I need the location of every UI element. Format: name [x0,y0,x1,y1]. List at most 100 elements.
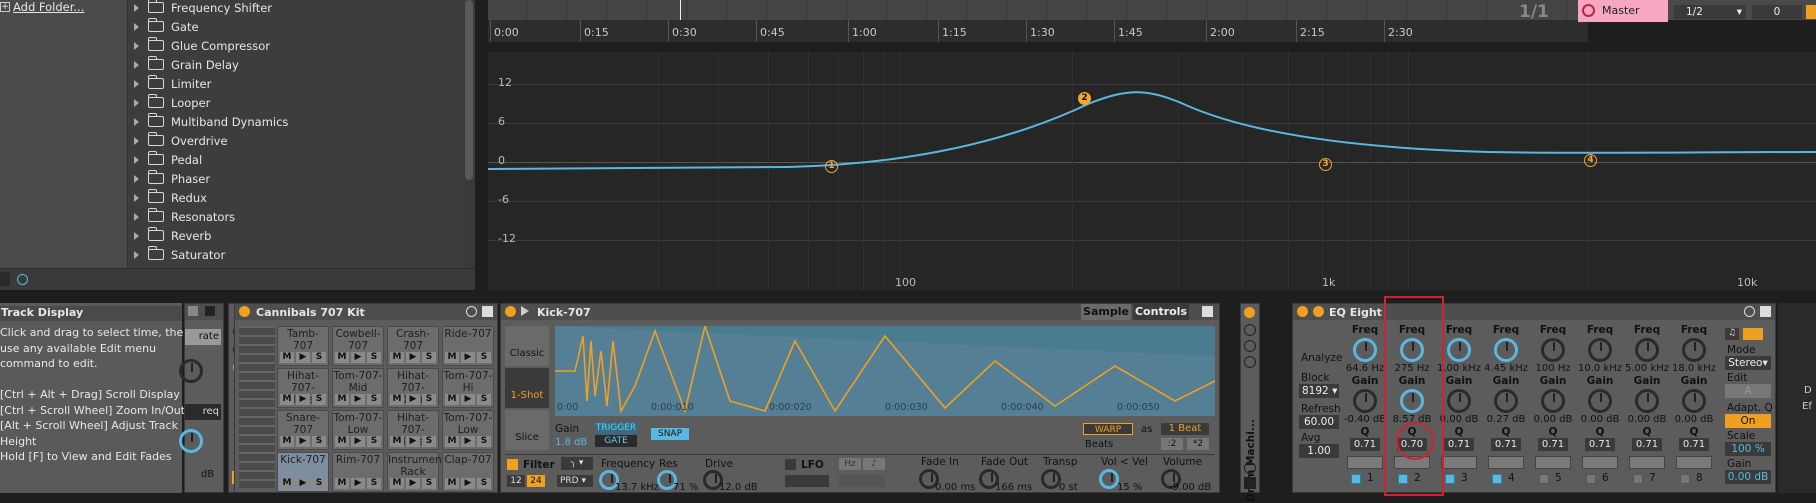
avg-field[interactable]: 1.00 [1299,444,1339,458]
expand-triangle-icon[interactable] [134,60,139,69]
band-gain-knob[interactable] [1353,389,1377,413]
mode-select[interactable]: Stereo▾ [1725,356,1771,370]
browser-item[interactable]: Pedal [134,150,202,169]
pad-play-button[interactable]: ▶ [406,352,420,363]
vol-vel-knob[interactable] [1099,469,1119,489]
pad-solo-button[interactable]: S [422,352,436,363]
pad-mute-button[interactable]: M [390,352,404,363]
expand-triangle-icon[interactable] [134,250,139,259]
band-on-toggle[interactable] [1633,474,1643,484]
pad-play-button[interactable]: ▶ [296,436,310,447]
band-q-value[interactable]: 0.71 [1350,438,1380,451]
band-freq-value[interactable]: 5.00 kHz [1625,363,1669,374]
pad-mute-button[interactable]: M [390,478,404,489]
res-value[interactable]: 71 % [673,482,698,493]
lfo-hz-button[interactable]: Hz [839,458,861,470]
scale-field[interactable]: 100 % [1725,442,1771,456]
scroll-thumb[interactable] [465,0,473,180]
tab-sample[interactable]: Sample [1081,304,1131,320]
band-gain-knob[interactable] [1447,389,1471,413]
offset-field[interactable]: 0 [1752,5,1802,19]
pad-mute-button[interactable]: M [390,394,404,405]
device-power-icon[interactable] [239,306,250,317]
drum-pad[interactable]: Crash-707 M ▶ S [387,326,439,366]
drum-pad[interactable]: Hihat-707-ClosedM▶S [387,410,439,450]
pad-solo-button[interactable]: S [477,352,491,363]
drum-pad[interactable]: Clap-707 M ▶ S [442,452,494,492]
band-freq-value[interactable]: 10.0 kHz [1578,363,1622,374]
save-preset-icon[interactable] [1760,306,1771,317]
save-icon[interactable] [205,306,215,316]
expand-triangle-icon[interactable] [134,193,139,202]
warp-button[interactable]: WARP [1083,423,1133,435]
trigger-button[interactable]: TRIGGER [595,422,637,434]
pad-mute-button[interactable]: M [335,478,349,489]
band-q-value[interactable]: 0.71 [1585,438,1615,451]
macro-icon[interactable] [1244,324,1256,336]
expand-triangle-icon[interactable] [134,3,139,12]
filter-circuit-select[interactable]: PRD ▾ [557,475,593,487]
transp-knob[interactable] [1041,469,1061,489]
fade-out-value[interactable]: 166 ms [995,482,1032,493]
pad-solo-button[interactable]: S [422,436,436,447]
band-on-toggle[interactable] [1539,474,1549,484]
drum-pad[interactable]: Instrument Rack M ▶ S [387,452,446,492]
band-freq-knob[interactable] [1682,338,1706,362]
pad-mute-button[interactable]: M [280,478,294,489]
drum-pad[interactable]: Rim-707 M ▶ S [332,452,384,492]
drum-pad[interactable]: Tom-707-Hi M ▶ S [442,368,494,408]
analyze-toggle[interactable]: Analyze [1301,352,1342,364]
mode-one-shot[interactable]: 1-Shot [505,368,549,408]
lfo-sync-button[interactable]: ♪ [863,458,885,470]
band-q-value[interactable]: 0.71 [1491,438,1521,451]
drum-pad[interactable]: Tom-707-Low M ▶ S [442,410,494,450]
chain-icon[interactable] [1244,340,1256,352]
band-on-toggle[interactable] [1586,474,1596,484]
band-freq-knob[interactable] [1541,338,1565,362]
browser-item[interactable]: Glue Compressor [134,36,270,55]
device-power-icon[interactable] [1244,307,1255,318]
play-icon[interactable] [521,306,529,316]
pad-solo-button[interactable]: S [477,394,491,405]
pad-play-button[interactable]: ▶ [296,394,310,405]
browser-item[interactable]: Frequency Shifter [134,0,272,17]
quantize-select[interactable]: 1/2 ▾ [1674,5,1746,19]
pad-solo-button[interactable]: S [312,478,326,489]
snap-button[interactable]: SNAP [651,428,689,440]
pad-play-button[interactable]: ▶ [406,478,420,489]
pad-mute-button[interactable]: M [445,436,459,447]
pad-play-button[interactable]: ▶ [351,436,365,447]
expand-triangle-icon[interactable] [134,136,139,145]
browser-item[interactable]: Reverb [134,226,211,245]
pad-solo-button[interactable]: S [477,478,491,489]
mode-classic[interactable]: Classic [505,326,549,366]
pad-play-button[interactable]: ▶ [351,394,365,405]
pad-solo-button[interactable]: S [367,436,381,447]
band-gain-knob[interactable] [1494,389,1518,413]
pad-solo-button[interactable]: S [422,478,436,489]
band-q-value[interactable]: 0.71 [1538,438,1568,451]
pad-solo-button[interactable]: S [312,394,326,405]
drum-pad[interactable]: Hihat-707-ClosedM▶S [277,368,329,408]
filter-toggle[interactable] [507,459,518,470]
gate-button[interactable]: GATE [595,435,637,447]
band-filter-type-select[interactable] [1676,456,1712,469]
pad-play-button[interactable]: ▶ [461,478,475,489]
beat-value[interactable]: 1 Beat [1161,423,1209,435]
save-icon[interactable] [1244,477,1256,489]
pad-play-button[interactable]: ▶ [351,478,365,489]
vol-vel-value[interactable]: 15 % [1117,482,1142,493]
pad-solo-button[interactable]: S [477,436,491,447]
pad-play-button[interactable]: ▶ [296,478,310,489]
pad-mute-button[interactable]: M [445,352,459,363]
hotswap-icon[interactable] [466,306,477,317]
edit-a-button[interactable]: A [1725,384,1771,398]
band-gain-value[interactable]: 0.00 dB [1578,414,1622,425]
pad-mute-button[interactable]: M [335,436,349,447]
band-freq-value[interactable]: 4.45 kHz [1484,363,1528,374]
pad-mute-button[interactable]: M [280,352,294,363]
band-on-toggle[interactable] [1351,474,1361,484]
volume-value[interactable]: -9.00 dB [1169,482,1211,493]
expand-triangle-icon[interactable] [134,41,139,50]
expand-triangle-icon[interactable] [134,212,139,221]
